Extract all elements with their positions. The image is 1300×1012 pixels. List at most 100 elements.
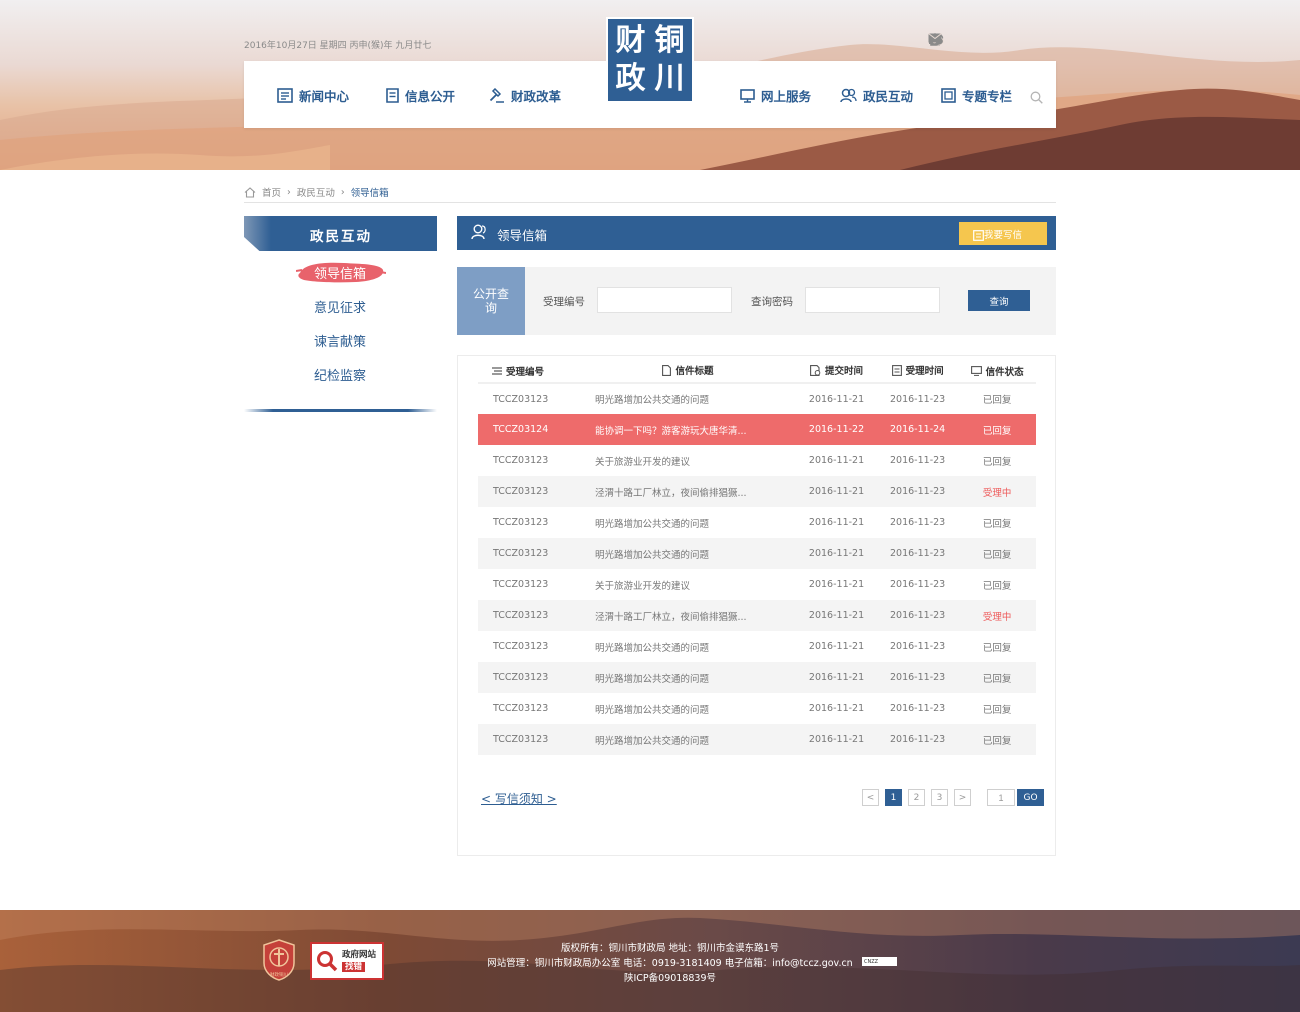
hammer-icon: [489, 88, 504, 103]
cell-title[interactable]: 泾渭十路工厂林立，夜间偷排猖獗...: [580, 476, 796, 507]
cell-title[interactable]: 关于旅游业开发的建议: [580, 445, 796, 476]
footer-icp[interactable]: 陕ICP备09018839号: [440, 970, 900, 984]
table-row[interactable]: TCCZ03123 明光路增加公共交通的问题 2016-11-21 2016-11-2…: [478, 724, 1036, 755]
cell-title[interactable]: 明光路增加公共交通的问题: [580, 631, 796, 662]
cell-submit-date: 2016-11-21: [796, 600, 878, 631]
cell-submit-date: 2016-11-21: [796, 476, 878, 507]
nav-item-news[interactable]: 新闻中心: [277, 86, 349, 105]
table-row[interactable]: TCCZ03123 明光路增加公共交通的问题 2016-11-21 2016-11-2…: [478, 538, 1036, 569]
breadcrumb-section[interactable]: 政民互动: [297, 185, 335, 199]
wechat-icon[interactable]: [928, 33, 1006, 49]
id-label: 受理编号: [543, 296, 585, 308]
cell-submit-date: 2016-11-22: [796, 414, 878, 445]
footer-contact: 网站管理：铜川市财政局办公室 电话：0919-3181409 电子信箱：info…: [487, 958, 853, 969]
cell-id: TCCZ03124: [478, 414, 580, 445]
table-row[interactable]: TCCZ03123 关于旅游业开发的建议 2016-11-21 2016-11-23 已…: [478, 445, 1036, 476]
page-button-1[interactable]: 1: [885, 789, 902, 806]
password-input[interactable]: [805, 287, 940, 313]
table-row[interactable]: TCCZ03123 关于旅游业开发的建议 2016-11-21 2016-11-23 已…: [478, 569, 1036, 600]
cell-accept-date: 2016-11-23: [890, 703, 946, 714]
table-row[interactable]: TCCZ03123 明光路增加公共交通的问题 2016-11-21 2016-11-2…: [478, 693, 1036, 724]
cell-status: 已回复: [958, 538, 1036, 569]
cell-status: 已回复: [982, 580, 1012, 592]
emblem-text: 财政铜川: [270, 971, 288, 978]
cell-accept-date: 2016-11-23: [890, 455, 946, 466]
cell-id: TCCZ03123: [493, 579, 549, 590]
cell-id: TCCZ03123: [493, 641, 549, 652]
page-button-3[interactable]: 3: [931, 789, 948, 806]
cell-title[interactable]: 明光路增加公共交通的问题: [580, 693, 796, 724]
cell-id: TCCZ03123: [493, 393, 549, 405]
table-row[interactable]: TCCZ03123 泾渭十路工厂林立，夜间偷排猖獗... 2016-11-21 201…: [478, 476, 1036, 507]
cnzz-badge[interactable]: CNZZ: [862, 957, 897, 966]
cell-title[interactable]: 明光路增加公共交通的问题: [580, 538, 796, 569]
cell-title[interactable]: 明光路增加公共交通的问题: [580, 507, 796, 538]
cell-title[interactable]: 能协调一下吗？游客游玩大唐华清...: [580, 414, 796, 445]
table-row[interactable]: TCCZ03123 泾渭十路工厂林立，夜间偷排猖獗... 2016-11-21 201…: [478, 600, 1036, 631]
cell-accept-date: 2016-11-23: [877, 600, 959, 631]
book-icon[interactable]: [929, 33, 978, 49]
page-button-2[interactable]: 2: [908, 789, 925, 806]
cell-title[interactable]: 关于旅游业开发的建议: [580, 569, 796, 600]
cell-id: TCCZ03123: [478, 600, 580, 631]
go-button[interactable]: GO: [1017, 789, 1044, 806]
pagination: < 1 2 3 > GO: [862, 789, 1044, 806]
breadcrumb-home[interactable]: 首页: [262, 185, 281, 199]
cell-status: 已回复: [958, 414, 1036, 445]
cell-accept-date: 2016-11-24: [877, 414, 959, 445]
prev-page-button[interactable]: <: [862, 789, 879, 806]
cell-accept-date: 2016-11-23: [890, 579, 946, 590]
nav-item-reform[interactable]: 财政改革: [489, 86, 561, 105]
writing-notice-link[interactable]: < 写信须知 >: [481, 790, 557, 807]
cell-id: TCCZ03123: [478, 538, 580, 569]
nav-item-info[interactable]: 信息公开: [386, 86, 455, 105]
top-icon-bar: [928, 33, 1062, 49]
col-id: 受理编号: [478, 360, 580, 384]
gov-site-report-badge[interactable]: 政府网站 找错: [310, 942, 384, 980]
mail-icon[interactable]: [928, 33, 1062, 49]
sidebar-title-bar: 政民互动: [244, 216, 437, 251]
col-status: 信件状态: [958, 360, 1036, 384]
cell-title[interactable]: 明光路增加公共交通的问题: [580, 662, 796, 693]
cell-submit-date: 2016-11-21: [796, 662, 878, 693]
news-icon: [277, 88, 293, 103]
logo-char: 铜: [654, 23, 685, 58]
page-jump-input[interactable]: [987, 789, 1015, 806]
users-icon: [471, 224, 486, 240]
cell-accept-date: 2016-11-23: [890, 517, 946, 528]
cell-title[interactable]: 明光路增加公共交通的问题: [580, 724, 796, 755]
cell-title[interactable]: 明光路增加公共交通的问题: [580, 383, 796, 414]
cell-submit-date: 2016-11-21: [808, 579, 865, 590]
nav-item-special[interactable]: 专题专栏: [941, 86, 1012, 105]
sidebar-item-leader-mailbox[interactable]: 领导信箱: [290, 263, 390, 282]
table-row[interactable]: TCCZ03123 明光路增加公共交通的问题 2016-11-21 2016-11-2…: [478, 507, 1036, 538]
write-letter-button[interactable]: 我要写信: [959, 222, 1047, 245]
weibo-icon[interactable]: [928, 33, 1034, 49]
cell-title[interactable]: 泾渭十路工厂林立，夜间偷排猖獗...: [580, 600, 796, 631]
sidebar-item-suggestion[interactable]: 谏言献策: [290, 331, 390, 350]
panel-title: 领导信箱: [497, 228, 548, 243]
table-row[interactable]: TCCZ03123 明光路增加公共交通的问题 2016-11-21 2016-11-2…: [478, 383, 1036, 414]
cell-id: TCCZ03123: [478, 724, 580, 755]
next-page-button[interactable]: >: [954, 789, 971, 806]
sidebar-item-discipline[interactable]: 纪检监察: [290, 365, 390, 384]
site-logo[interactable]: 财 铜 政 川: [606, 17, 694, 103]
nav-label: 网上服务: [761, 89, 812, 104]
id-input[interactable]: [597, 287, 732, 313]
col-submit: 提交时间: [796, 360, 878, 384]
nav-item-online-service[interactable]: 网上服务: [740, 86, 811, 105]
table-row[interactable]: TCCZ03123 明光路增加公共交通的问题 2016-11-21 2016-11-2…: [478, 631, 1036, 662]
search-icon[interactable]: [1030, 89, 1043, 108]
sidebar-item-opinion[interactable]: 意见征求: [290, 297, 390, 316]
table-row[interactable]: TCCZ03124 能协调一下吗？游客游玩大唐华清... 2016-11-22 201…: [478, 414, 1036, 445]
cell-status: 受理中: [958, 476, 1036, 507]
table-row[interactable]: TCCZ03123 明光路增加公共交通的问题 2016-11-21 2016-11-2…: [478, 662, 1036, 693]
query-button[interactable]: 查询: [968, 290, 1030, 311]
column-icon: [941, 88, 956, 103]
cell-accept-date: 2016-11-23: [877, 724, 959, 755]
nav-item-interaction[interactable]: 政民互动: [840, 86, 913, 105]
finance-emblem-logo[interactable]: 财政铜川: [262, 939, 296, 981]
cell-accept-date: 2016-11-23: [877, 476, 959, 507]
cell-status: 已回复: [982, 456, 1012, 468]
panel-header: 领导信箱 我要写信: [457, 216, 1056, 250]
